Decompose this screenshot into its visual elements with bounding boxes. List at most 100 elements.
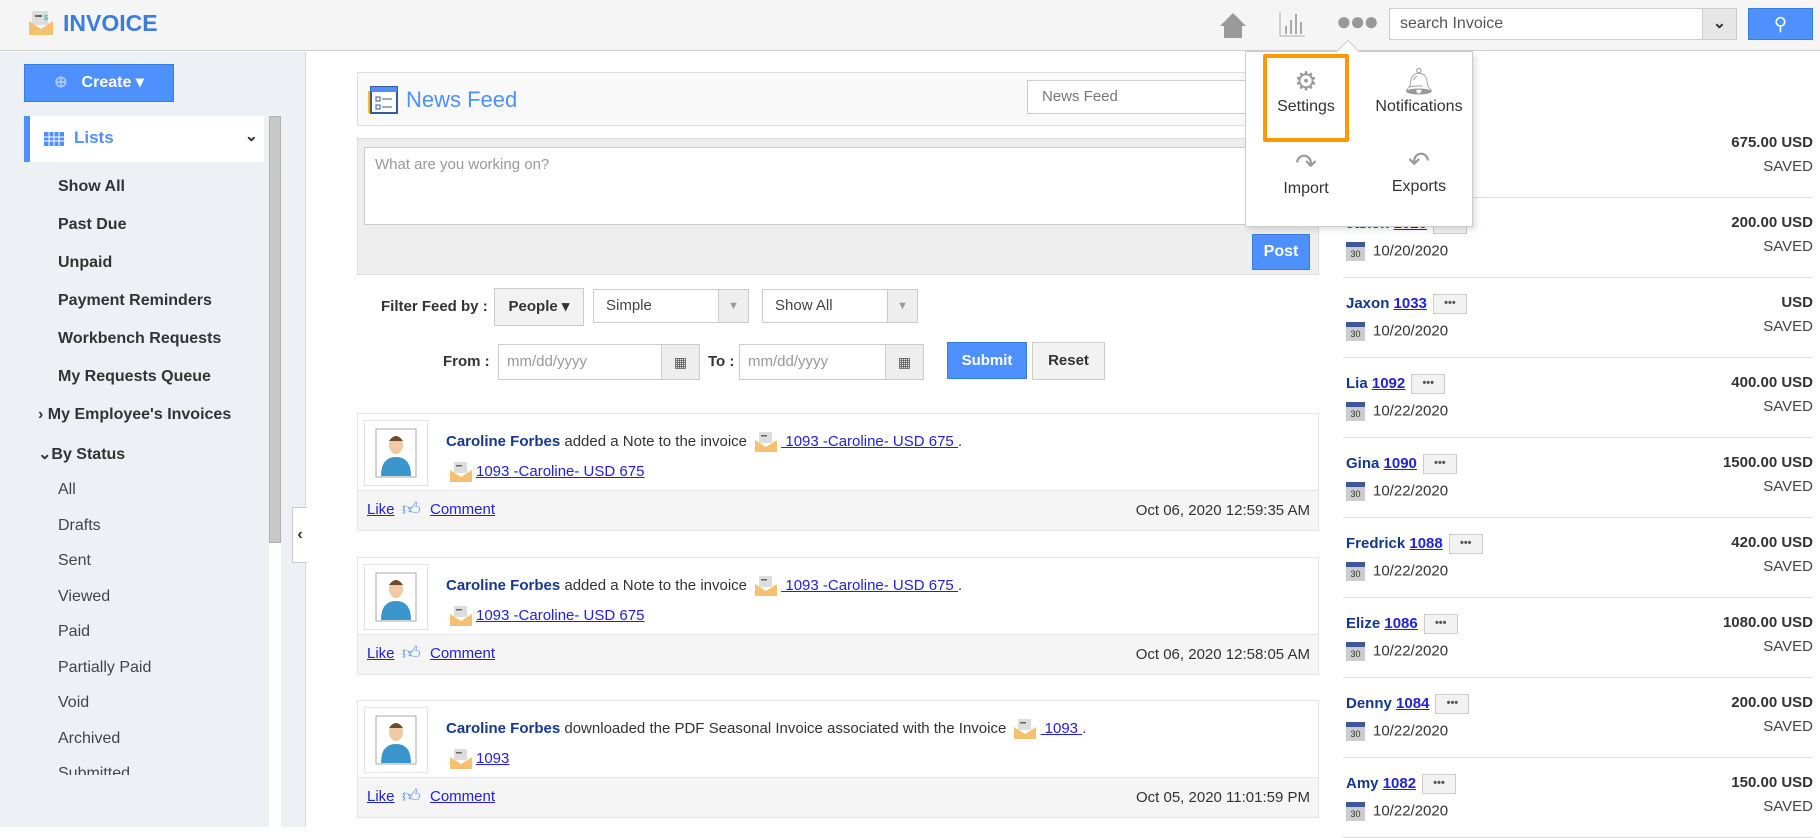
search-filter-dropdown[interactable]: ⌄ bbox=[1703, 8, 1737, 40]
invoice-amount: 675.00 USD bbox=[1731, 134, 1813, 151]
invoice-number-link[interactable]: 1092 bbox=[1372, 375, 1405, 392]
settings-menu-item[interactable]: ⚙ Settings bbox=[1263, 66, 1349, 116]
calendar-icon: 30 bbox=[1346, 482, 1365, 501]
calendar-icon: 30 bbox=[1346, 322, 1365, 341]
invoice-link[interactable]: 1093 -Caroline- USD 675 bbox=[476, 463, 644, 480]
feed-user[interactable]: Caroline Forbes bbox=[446, 433, 560, 450]
invoice-row[interactable]: Elize 1086 ••• 30 10/22/2020 1080.00 USD SAV… bbox=[1343, 598, 1813, 678]
invoice-link[interactable]: 1093 -Caroline- USD 675 bbox=[781, 433, 958, 450]
status-item[interactable]: All bbox=[58, 481, 76, 499]
post-button[interactable]: Post bbox=[1252, 234, 1310, 270]
like-link[interactable]: Like bbox=[367, 788, 395, 805]
from-date-input[interactable]: mm/dd/yyyy ▦ bbox=[498, 344, 700, 380]
calendar-icon: 30 bbox=[1346, 802, 1365, 821]
more-options-button[interactable]: ••• bbox=[1422, 774, 1457, 794]
search-button[interactable]: ⚲ bbox=[1748, 8, 1813, 40]
more-options-button[interactable]: ••• bbox=[1435, 694, 1470, 714]
invoice-number-link[interactable]: 1086 bbox=[1384, 615, 1417, 632]
invoice-row[interactable]: Amy 1082 ••• 30 10/22/2020 150.00 USD SAVED bbox=[1343, 758, 1813, 838]
more-options-button[interactable]: ••• bbox=[1432, 294, 1467, 314]
status-item[interactable]: Sent bbox=[58, 552, 91, 570]
more-menu-dropdown: ⚙ Settings 🔔︎ Notifications ↷ Import ↶ Expor… bbox=[1245, 39, 1473, 227]
feed-user[interactable]: Caroline Forbes bbox=[446, 577, 560, 594]
status-item[interactable]: Archived bbox=[58, 730, 120, 748]
invoice-number-link[interactable]: 1088 bbox=[1409, 535, 1442, 552]
sidebar-item[interactable]: Past Due bbox=[58, 216, 126, 234]
like-link[interactable]: Like bbox=[367, 645, 395, 662]
invoice-amount: 1500.00 USD bbox=[1722, 454, 1813, 471]
sidebar-item[interactable]: Show All bbox=[58, 178, 125, 196]
to-date-input[interactable]: mm/dd/yyyy ▦ bbox=[739, 344, 924, 380]
post-textarea[interactable]: What are you working on? bbox=[364, 147, 1312, 225]
import-menu-item[interactable]: ↷ Import bbox=[1263, 148, 1349, 198]
simple-select[interactable]: Simple ▼ bbox=[593, 289, 749, 323]
calendar-icon: 30 bbox=[1346, 242, 1365, 261]
calendar-icon[interactable]: ▦ bbox=[661, 345, 699, 379]
invoice-status: SAVED bbox=[1763, 158, 1813, 175]
comment-link[interactable]: Comment bbox=[430, 645, 495, 662]
invoice-amount: 420.00 USD bbox=[1731, 534, 1813, 551]
thumbs-up-icon: 👍︎ bbox=[402, 786, 421, 806]
invoice-status: SAVED bbox=[1763, 478, 1813, 495]
thumbs-up-icon: 👍︎ bbox=[402, 499, 421, 519]
submit-button[interactable]: Submit bbox=[947, 342, 1027, 379]
feed-timestamp: Oct 06, 2020 12:59:35 AM bbox=[1135, 502, 1310, 519]
invoice-row[interactable]: Lia 1092 ••• 30 10/22/2020 400.00 USD SAVED bbox=[1343, 358, 1813, 438]
people-filter-button[interactable]: People ▾ bbox=[494, 288, 584, 326]
comment-link[interactable]: Comment bbox=[430, 788, 495, 805]
more-options-button[interactable]: ••• bbox=[1411, 374, 1446, 394]
status-item[interactable]: Drafts bbox=[58, 517, 101, 535]
sidebar-scroll-thumb[interactable] bbox=[269, 116, 281, 543]
notifications-menu-item[interactable]: 🔔︎ Notifications bbox=[1371, 66, 1467, 116]
import-arrow-icon: ↷ bbox=[1295, 148, 1317, 178]
exports-menu-item[interactable]: ↶ Exports bbox=[1376, 146, 1462, 196]
invoice-row[interactable]: Gina 1090 ••• 30 10/22/2020 1500.00 USD SAVE… bbox=[1343, 438, 1813, 518]
invoice-number-link[interactable]: 1033 bbox=[1394, 295, 1427, 312]
calendar-icon[interactable]: ▦ bbox=[885, 345, 923, 379]
dropdown-arrow-icon: ▼ bbox=[718, 290, 748, 322]
invoice-amount: 150.00 USD bbox=[1731, 774, 1813, 791]
dropdown-arrow-icon: ▼ bbox=[887, 290, 917, 322]
invoice-amount: 400.00 USD bbox=[1731, 374, 1813, 391]
sidebar-item-by-status[interactable]: ⌄By Status bbox=[38, 444, 125, 464]
more-options-button[interactable]: ••• bbox=[1448, 534, 1483, 554]
status-item[interactable]: Paid bbox=[58, 623, 90, 641]
comment-link[interactable]: Comment bbox=[430, 501, 495, 518]
invoice-link[interactable]: 1093 -Caroline- USD 675 bbox=[476, 607, 644, 624]
chart-icon[interactable] bbox=[1278, 10, 1306, 38]
sidebar-item-employee-invoices[interactable]: › My Employee's Invoices bbox=[38, 406, 231, 424]
invoice-link[interactable]: 1093 bbox=[476, 750, 509, 767]
invoice-row[interactable]: Denny 1084 ••• 30 10/22/2020 200.00 USD SAVE… bbox=[1343, 678, 1813, 758]
status-item[interactable]: Partially Paid bbox=[58, 659, 151, 677]
export-arrow-icon: ↶ bbox=[1408, 146, 1430, 176]
more-dots-icon[interactable]: ●●● bbox=[1336, 6, 1379, 37]
sidebar-item[interactable]: My Requests Queue bbox=[58, 368, 211, 386]
invoice-link[interactable]: 1093 bbox=[1040, 720, 1082, 737]
feed-user[interactable]: Caroline Forbes bbox=[446, 720, 560, 737]
invoice-status: SAVED bbox=[1763, 238, 1813, 255]
invoice-number-link[interactable]: 1084 bbox=[1396, 695, 1429, 712]
more-options-button[interactable]: ••• bbox=[1422, 454, 1457, 474]
invoice-number-link[interactable]: 1090 bbox=[1384, 455, 1417, 472]
like-link[interactable]: Like bbox=[367, 501, 395, 518]
invoice-number-link[interactable]: 1082 bbox=[1383, 775, 1416, 792]
status-item[interactable]: Void bbox=[58, 694, 89, 712]
news-feed-select[interactable]: News Feed bbox=[1027, 80, 1257, 114]
more-options-button[interactable]: ••• bbox=[1423, 614, 1458, 634]
avatar bbox=[364, 707, 428, 773]
invoice-row[interactable]: Fredrick 1088 ••• 30 10/22/2020 420.00 USD S… bbox=[1343, 518, 1813, 598]
sidebar-item[interactable]: Workbench Requests bbox=[58, 330, 221, 348]
invoice-status: SAVED bbox=[1763, 718, 1813, 735]
reset-button[interactable]: Reset bbox=[1032, 342, 1105, 380]
home-icon[interactable] bbox=[1218, 10, 1248, 40]
show-all-select[interactable]: Show All ▼ bbox=[762, 289, 918, 323]
sidebar-item[interactable]: Payment Reminders bbox=[58, 292, 212, 310]
invoice-link[interactable]: 1093 -Caroline- USD 675 bbox=[781, 577, 958, 594]
invoice-row[interactable]: Jaxon 1033 ••• 30 10/20/2020 USD SAVED bbox=[1343, 278, 1813, 358]
status-item[interactable]: Viewed bbox=[58, 588, 110, 606]
search-input[interactable]: search Invoice bbox=[1389, 8, 1703, 40]
collapse-sidebar-button[interactable]: ‹ bbox=[292, 507, 307, 563]
invoice-envelope-icon bbox=[450, 749, 472, 769]
sidebar-item[interactable]: Unpaid bbox=[58, 254, 112, 272]
status-item[interactable]: Submitted bbox=[58, 765, 130, 775]
